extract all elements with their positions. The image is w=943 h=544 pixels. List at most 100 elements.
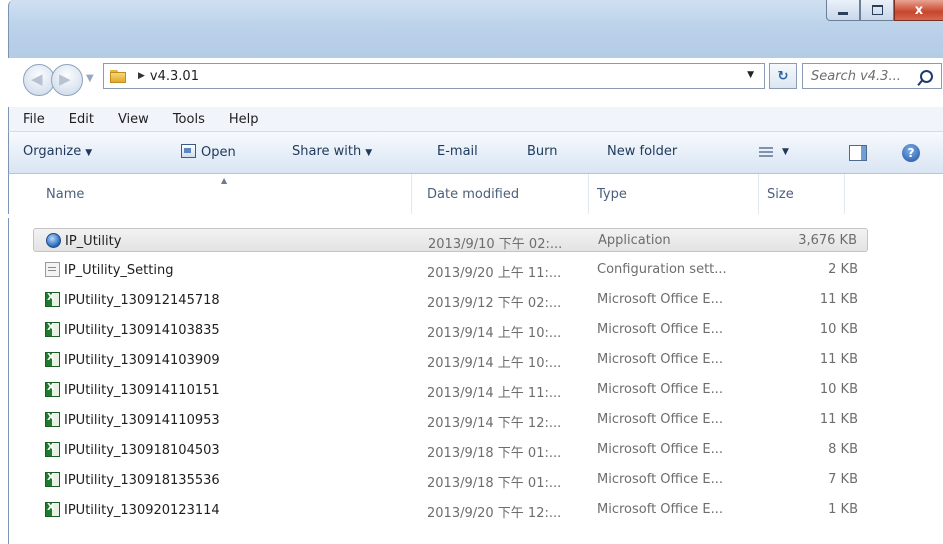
explorer-window: x ◀ ▶ ▼ ▶ v4.3.01 ▼ ↻ Search v4.3... Fil… [8, 0, 943, 544]
file-type: Configuration sett... [597, 262, 727, 277]
refresh-icon: ↻ [777, 68, 789, 84]
file-size: 7 KB [828, 472, 858, 487]
file-row[interactable]: IPUtility_130914103835 2013/9/14 上午 10:.… [33, 318, 868, 342]
maximize-button[interactable] [860, 0, 894, 21]
view-options-dropdown[interactable]: ▼ [782, 147, 789, 157]
recent-pages-dropdown[interactable]: ▼ [86, 73, 94, 84]
column-date-label: Date modified [427, 186, 520, 202]
excel-file-icon [45, 322, 60, 337]
excel-file-icon [45, 352, 60, 367]
menu-bar: File Edit View Tools Help [8, 107, 943, 132]
file-type: Microsoft Office E... [597, 502, 723, 517]
search-icon[interactable] [920, 69, 933, 83]
command-bar: Organize ▼ Open Share with ▼ E-mail Burn N… [8, 132, 943, 174]
file-date: 2013/9/20 下午 12:... [427, 506, 562, 521]
column-header-row: Name ▲ Date modified Type Size [8, 174, 943, 214]
column-type-label: Type [597, 186, 627, 202]
file-date: 2013/9/10 下午 02:... [428, 237, 563, 252]
file-type: Microsoft Office E... [597, 382, 723, 397]
column-header-size[interactable]: Size [759, 174, 845, 214]
file-row[interactable]: IP_Utility 2013/9/10 下午 02:... Applicati… [33, 228, 868, 252]
file-type: Microsoft Office E... [597, 472, 723, 487]
file-date: 2013/9/18 下午 01:... [427, 476, 562, 491]
file-row[interactable]: IPUtility_130918104503 2013/9/18 下午 01:.… [33, 438, 868, 462]
back-arrow-icon: ◀ [31, 70, 43, 88]
open-button[interactable]: Open [181, 144, 236, 160]
burn-button[interactable]: Burn [527, 144, 558, 159]
column-header-type[interactable]: Type [589, 174, 759, 214]
file-date: 2013/9/14 上午 10:... [427, 356, 562, 371]
preview-pane-icon[interactable] [849, 145, 867, 161]
column-size-label: Size [767, 186, 794, 202]
maximize-icon [871, 5, 883, 15]
config-file-icon [45, 262, 60, 277]
file-size: 11 KB [819, 352, 858, 367]
new-folder-button[interactable]: New folder [607, 144, 677, 159]
file-row[interactable]: IPUtility_130920123114 2013/9/20 下午 12:.… [33, 498, 868, 522]
file-row[interactable]: IP_Utility_Setting 2013/9/20 上午 11:... C… [33, 258, 868, 282]
close-button[interactable]: x [894, 0, 943, 21]
file-row[interactable]: IPUtility_130914103909 2013/9/14 上午 10:.… [33, 348, 868, 372]
file-type: Application [598, 233, 671, 248]
excel-file-icon [45, 442, 60, 457]
file-name: IPUtility_130914110151 [64, 383, 220, 398]
file-date: 2013/9/20 上午 11:... [427, 266, 562, 281]
open-icon [181, 144, 196, 158]
minimize-icon [838, 11, 848, 15]
excel-file-icon [45, 382, 60, 397]
menu-view[interactable]: View [104, 112, 159, 127]
file-date: 2013/9/14 下午 12:... [427, 416, 562, 431]
menu-tools[interactable]: Tools [159, 112, 215, 127]
refresh-button[interactable]: ↻ [769, 63, 797, 89]
file-size: 2 KB [828, 262, 858, 277]
forward-button[interactable]: ▶ [51, 64, 83, 96]
column-header-date[interactable]: Date modified [419, 174, 589, 214]
file-name: IPUtility_130912145718 [64, 293, 220, 308]
file-row[interactable]: IPUtility_130914110953 2013/9/14 下午 12:.… [33, 408, 868, 432]
share-label: Share with [292, 144, 362, 159]
file-row[interactable]: IPUtility_130918135536 2013/9/18 下午 01:.… [33, 468, 868, 492]
file-name: IPUtility_130918135536 [64, 473, 220, 488]
email-button[interactable]: E-mail [437, 144, 478, 159]
address-history-dropdown[interactable]: ▼ [747, 70, 754, 80]
file-name: IPUtility_130914103835 [64, 323, 220, 338]
file-type: Microsoft Office E... [597, 352, 723, 367]
file-type: Microsoft Office E... [597, 322, 723, 337]
search-input[interactable]: Search v4.3... [803, 69, 920, 84]
chevron-down-icon: ▼ [85, 148, 93, 158]
file-type: Microsoft Office E... [597, 442, 723, 457]
search-box[interactable]: Search v4.3... [802, 63, 942, 89]
menu-help[interactable]: Help [215, 112, 269, 127]
file-date: 2013/9/18 下午 01:... [427, 446, 562, 461]
open-label: Open [201, 145, 236, 160]
file-date: 2013/9/14 上午 10:... [427, 326, 562, 341]
close-icon: x [914, 2, 924, 18]
help-icon[interactable]: ? [902, 144, 920, 162]
breadcrumb-current[interactable]: v4.3.01 [150, 69, 199, 84]
excel-file-icon [45, 472, 60, 487]
share-with-button[interactable]: Share with ▼ [292, 144, 372, 159]
file-size: 11 KB [819, 292, 858, 307]
excel-file-icon [45, 412, 60, 427]
menu-file[interactable]: File [9, 112, 55, 127]
chevron-down-icon: ▼ [365, 148, 373, 158]
breadcrumb-chevron-icon[interactable]: ▶ [138, 71, 145, 81]
file-name: IP_Utility_Setting [64, 263, 174, 278]
file-list: IP_Utility 2013/9/10 下午 02:... Applicati… [8, 218, 943, 544]
file-type: Microsoft Office E... [597, 292, 723, 307]
organize-label: Organize [23, 144, 82, 159]
organize-button[interactable]: Organize ▼ [23, 144, 92, 159]
file-name: IPUtility_130920123114 [64, 503, 220, 518]
file-row[interactable]: IPUtility_130914110151 2013/9/14 上午 11:.… [33, 378, 868, 402]
file-size: 3,676 KB [798, 233, 857, 248]
menu-edit[interactable]: Edit [55, 112, 104, 127]
file-row[interactable]: IPUtility_130912145718 2013/9/12 下午 02:.… [33, 288, 868, 312]
address-bar[interactable]: ▶ v4.3.01 ▼ [103, 63, 765, 89]
file-date: 2013/9/12 下午 02:... [427, 296, 562, 311]
excel-file-icon [45, 502, 60, 517]
change-view-icon[interactable] [759, 147, 773, 159]
file-name: IP_Utility [65, 234, 122, 249]
minimize-button[interactable] [826, 0, 860, 21]
file-size: 1 KB [828, 502, 858, 517]
file-size: 8 KB [828, 442, 858, 457]
